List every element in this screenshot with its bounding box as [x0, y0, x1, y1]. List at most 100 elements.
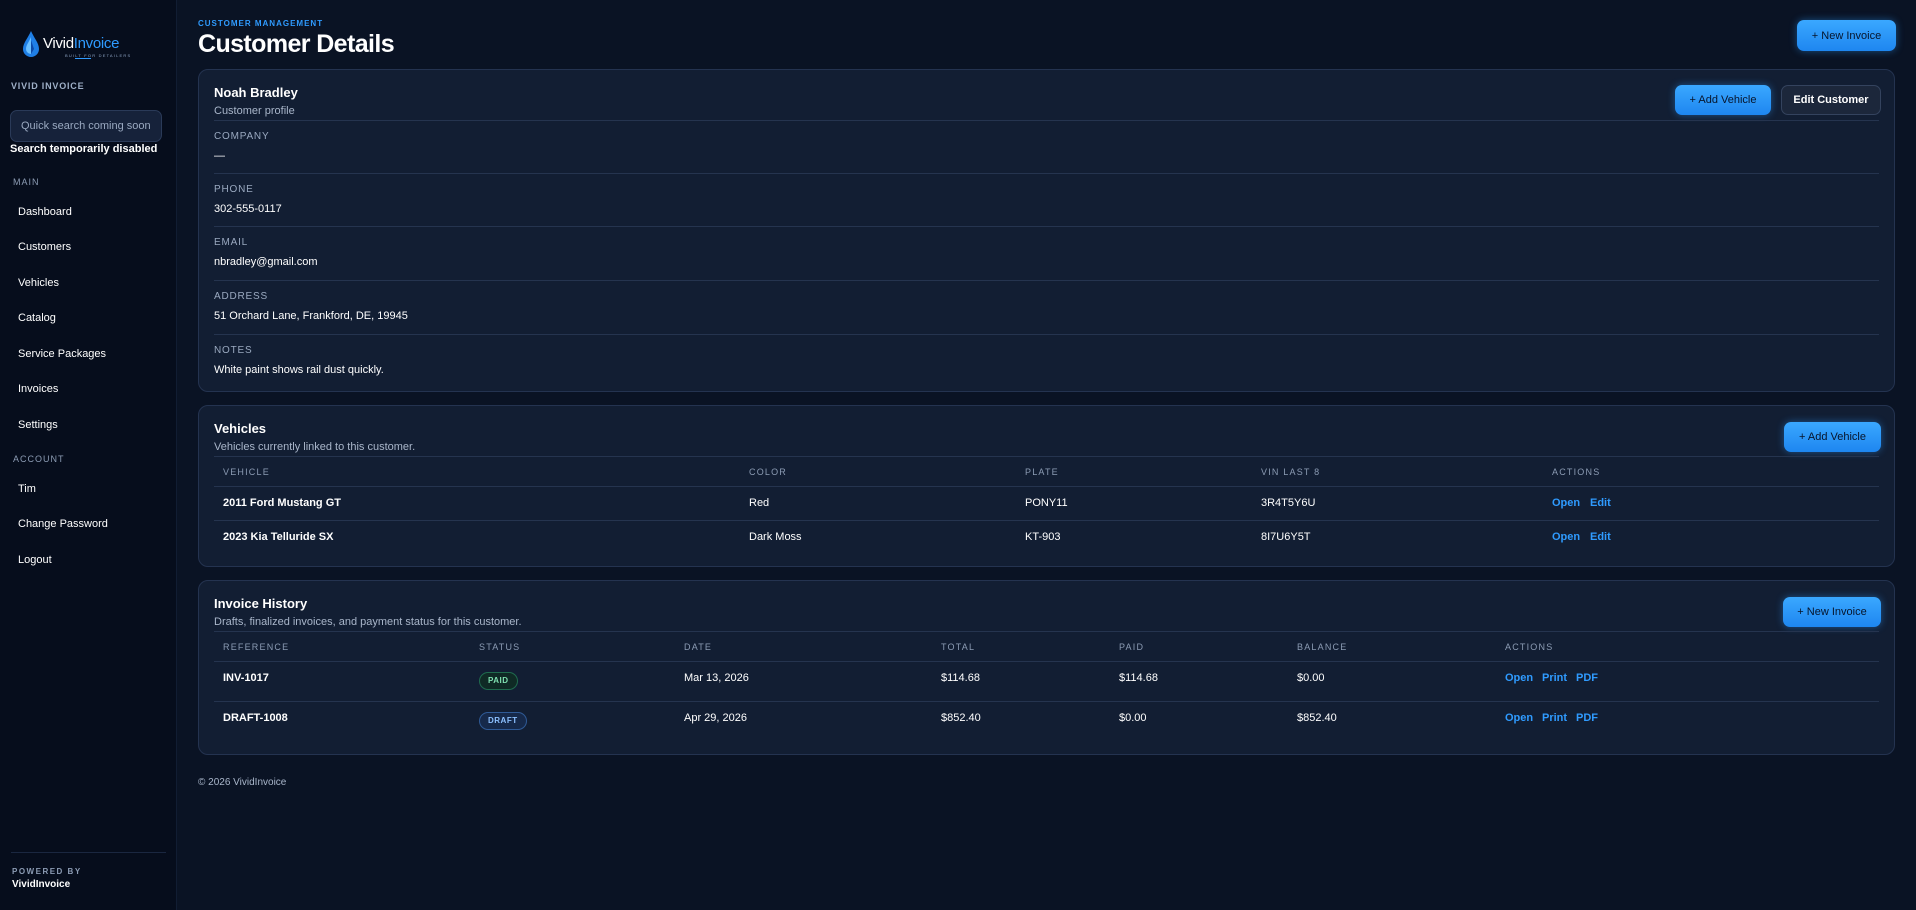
vehicle-open-link[interactable]: Open: [1552, 531, 1580, 543]
vehicles-card: Vehicles Vehicles currently linked to th…: [198, 405, 1895, 567]
edit-customer-button[interactable]: Edit Customer: [1781, 85, 1881, 115]
field-label: EMAIL: [214, 237, 249, 248]
invoice-open-link[interactable]: Open: [1505, 712, 1533, 724]
vehicles-add-button[interactable]: + Add Vehicle: [1784, 422, 1881, 452]
invoice-history-title: Invoice History: [214, 596, 308, 611]
invoice-open-link[interactable]: Open: [1505, 672, 1533, 684]
sidebar: VividInvoice BUILT FOR DETAILERS VIVID I…: [0, 0, 177, 910]
invoices-table-header: REFERENCE STATUS DATE TOTAL PAID BALANCE…: [214, 631, 1879, 661]
column-header: ACTIONS: [1505, 642, 1554, 652]
column-header: PAID: [1119, 642, 1145, 652]
vehicle-name: 2023 Kia Telluride SX: [223, 531, 334, 543]
vehicle-plate: PONY11: [1025, 497, 1068, 509]
sidebar-item-customers[interactable]: Customers: [10, 233, 166, 261]
customer-name: Noah Bradley: [214, 85, 298, 100]
column-header: COLOR: [749, 467, 788, 477]
field-value: White paint shows rail dust quickly.: [214, 364, 384, 376]
vehicle-open-link[interactable]: Open: [1552, 497, 1580, 509]
field-label: PHONE: [214, 184, 254, 195]
invoice-paid: $114.68: [1119, 672, 1158, 684]
sidebar-item-logout[interactable]: Logout: [10, 546, 166, 574]
invoice-reference: INV-1017: [223, 672, 269, 684]
sidebar-item-dashboard[interactable]: Dashboard: [10, 198, 166, 226]
field-value: —: [214, 150, 225, 162]
sidebar-item-settings[interactable]: Settings: [10, 411, 166, 439]
invoice-balance: $852.40: [1297, 712, 1337, 724]
invoice-total: $852.40: [941, 712, 981, 724]
sidebar-item-change-password[interactable]: Change Password: [10, 510, 166, 538]
column-header: DATE: [684, 642, 713, 652]
field-email: EMAIL nbradley@gmail.com: [214, 226, 1879, 280]
powered-by-name: VividInvoice: [12, 879, 71, 890]
vehicles-title: Vehicles: [214, 421, 267, 436]
vehicle-color: Red: [749, 497, 770, 509]
field-company: COMPANY —: [214, 120, 1879, 174]
table-row: INV-1017 PAID Mar 13, 2026 $114.68 $114.…: [214, 661, 1879, 701]
invoice-history-card: Invoice History Drafts, finalized invoic…: [198, 580, 1895, 755]
invoice-pdf-link[interactable]: PDF: [1576, 712, 1598, 724]
field-address: ADDRESS 51 Orchard Lane, Frankford, DE, …: [214, 280, 1879, 334]
column-header: REFERENCE: [223, 642, 290, 652]
sidebar-item-service-packages[interactable]: Service Packages: [10, 340, 166, 368]
invoice-pdf-link[interactable]: PDF: [1576, 672, 1598, 684]
customer-profile-subtitle: Customer profile: [214, 105, 295, 117]
invoice-reference: DRAFT-1008: [223, 712, 288, 724]
vehicle-name: 2011 Ford Mustang GT: [223, 497, 341, 509]
sidebar-item-user[interactable]: Tim: [10, 475, 166, 503]
sidebar-item-invoices[interactable]: Invoices: [10, 375, 166, 403]
column-header: BALANCE: [1297, 642, 1348, 652]
field-notes: NOTES White paint shows rail dust quickl…: [214, 334, 1879, 388]
search-input[interactable]: [10, 110, 162, 142]
add-vehicle-button[interactable]: + Add Vehicle: [1675, 85, 1771, 115]
field-value: 51 Orchard Lane, Frankford, DE, 19945: [214, 310, 408, 322]
logo-underline: [75, 58, 91, 59]
page-eyebrow: CUSTOMER MANAGEMENT: [198, 19, 324, 28]
invoice-print-link[interactable]: Print: [1542, 712, 1567, 724]
field-value: nbradley@gmail.com: [214, 256, 318, 268]
page-footer: © 2026 VividInvoice: [198, 777, 287, 788]
vehicle-vin: 3R4T5Y6U: [1261, 497, 1316, 509]
logo[interactable]: VividInvoice BUILT FOR DETAILERS: [22, 30, 130, 58]
logo-wordmark: VividInvoice: [43, 35, 120, 52]
column-header: VIN LAST 8: [1261, 467, 1321, 477]
invoice-history-subtitle: Drafts, finalized invoices, and payment …: [214, 616, 522, 628]
table-row: 2023 Kia Telluride SX Dark Moss KT-903 8…: [214, 520, 1879, 554]
nav-section-main: MAIN: [13, 177, 40, 187]
invoice-date: Mar 13, 2026: [684, 672, 749, 684]
vehicle-edit-link[interactable]: Edit: [1590, 497, 1611, 509]
powered-by-label: POWERED BY: [12, 867, 82, 876]
column-header: STATUS: [479, 642, 521, 652]
search-disabled-note: Search temporarily disabled: [10, 143, 158, 155]
vehicle-color: Dark Moss: [749, 531, 802, 543]
status-badge: PAID: [479, 672, 518, 690]
vehicle-vin: 8I7U6Y5T: [1261, 531, 1311, 543]
vehicle-edit-link[interactable]: Edit: [1590, 531, 1611, 543]
invoice-date: Apr 29, 2026: [684, 712, 747, 724]
history-new-invoice-button[interactable]: + New Invoice: [1783, 597, 1881, 627]
sidebar-item-vehicles[interactable]: Vehicles: [10, 269, 166, 297]
column-header: ACTIONS: [1552, 467, 1601, 477]
field-label: ADDRESS: [214, 291, 268, 302]
customer-profile-card: Noah Bradley Customer profile + Add Vehi…: [198, 69, 1895, 392]
field-label: COMPANY: [214, 131, 270, 142]
field-phone: PHONE 302-555-0117: [214, 173, 1879, 227]
vehicles-subtitle: Vehicles currently linked to this custom…: [214, 441, 416, 453]
field-label: NOTES: [214, 345, 253, 356]
new-invoice-button[interactable]: + New Invoice: [1797, 20, 1896, 51]
invoice-paid: $0.00: [1119, 712, 1147, 724]
field-value: 302-555-0117: [214, 203, 282, 215]
sidebar-divider: [11, 852, 166, 853]
table-row: 2011 Ford Mustang GT Red PONY11 3R4T5Y6U…: [214, 486, 1879, 520]
column-header: PLATE: [1025, 467, 1059, 477]
page-title: Customer Details: [198, 30, 395, 58]
droplet-logo-icon: [23, 31, 39, 57]
sidebar-brand-label: VIVID INVOICE: [11, 81, 85, 91]
invoice-print-link[interactable]: Print: [1542, 672, 1567, 684]
sidebar-item-catalog[interactable]: Catalog: [10, 304, 166, 332]
invoice-balance: $0.00: [1297, 672, 1325, 684]
column-header: VEHICLE: [223, 467, 270, 477]
column-header: TOTAL: [941, 642, 976, 652]
status-badge: DRAFT: [479, 712, 527, 730]
table-row: DRAFT-1008 DRAFT Apr 29, 2026 $852.40 $0…: [214, 701, 1879, 741]
nav-section-account: ACCOUNT: [13, 454, 65, 464]
